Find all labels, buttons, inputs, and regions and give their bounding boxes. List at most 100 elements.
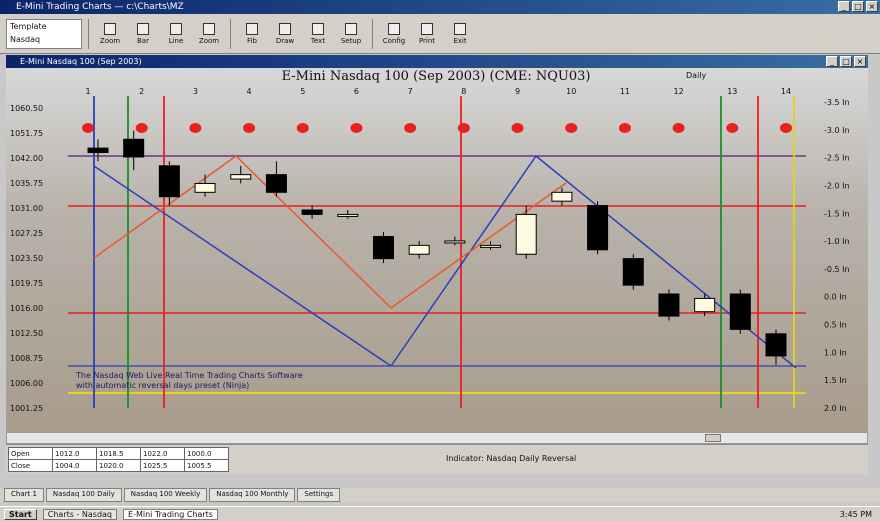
toolbar-separator: [88, 18, 89, 49]
y-tick-label-right: 1.5 In: [824, 376, 847, 385]
candle-down: [622, 258, 644, 286]
draw-button[interactable]: Draw: [270, 17, 300, 51]
chart-subtitle: Daily: [686, 71, 707, 80]
setup-icon: [345, 22, 357, 35]
cycle-marker-dot: [457, 123, 470, 133]
tab-settings[interactable]: Settings: [297, 488, 341, 502]
trend-line: [235, 155, 392, 309]
cycle-marker-label: 1: [85, 87, 90, 96]
start-button[interactable]: Start: [4, 508, 37, 520]
chart-horizontal-scrollbar[interactable]: [6, 432, 868, 444]
y-tick-label-left: 1023.50: [10, 254, 43, 263]
print-button[interactable]: Print: [412, 17, 442, 51]
cycle-marker-dot: [726, 123, 739, 133]
cycle-marker-label: 13: [727, 87, 737, 96]
y-tick-label-right: -0.5 In: [824, 265, 850, 274]
chart-window-titlebar: E-Mini Nasdaq 100 (Sep 2003) _ □ ×: [6, 55, 868, 68]
bar-button[interactable]: Bar: [128, 17, 158, 51]
status-tabs: Chart 1 Nasdaq 100 Daily Nasdaq 100 Week…: [0, 488, 880, 502]
candle-down: [372, 236, 394, 260]
maximize-button[interactable]: □: [852, 1, 864, 12]
minimize-button[interactable]: _: [838, 1, 850, 12]
cycle-marker-label: 6: [354, 87, 359, 96]
y-tick-label-right: -3.0 In: [824, 126, 850, 135]
y-tick-label-left: 1042.00: [10, 154, 43, 163]
cycle-marker-label: 5: [300, 87, 305, 96]
table-row: Close 1004.0 1020.0 1025.5 1005.5: [8, 459, 229, 472]
chart-close-button[interactable]: ×: [854, 56, 866, 67]
exit-button[interactable]: Exit: [445, 17, 475, 51]
text-button[interactable]: Text: [303, 17, 333, 51]
table-cell: 1018.5: [96, 447, 141, 460]
candle-down: [123, 138, 145, 158]
y-tick-label-right: -1.5 In: [824, 209, 850, 218]
tab-weekly[interactable]: Nasdaq 100 Weekly: [123, 488, 208, 502]
candle-up: [694, 297, 716, 313]
candle-up: [194, 182, 216, 193]
table-cell: 1012.0: [52, 447, 97, 460]
table-cell: Open: [8, 447, 53, 460]
cycle-marker-dot: [404, 123, 417, 133]
cycle-marker-label: 7: [408, 87, 413, 96]
tab-chart-1[interactable]: Chart 1: [4, 488, 44, 502]
setup-button[interactable]: Setup: [336, 17, 366, 51]
y-tick-label-left: 1001.25: [10, 404, 43, 413]
template-combo-value: Nasdaq: [10, 34, 41, 44]
tab-daily[interactable]: Nasdaq 100 Daily: [45, 488, 122, 502]
cycle-marker-label: 9: [515, 87, 520, 96]
y-tick-label-left: 1035.75: [10, 179, 43, 188]
line-icon: [170, 22, 182, 35]
tab-monthly[interactable]: Nasdaq 100 Monthly: [209, 488, 296, 502]
y-tick-label-right: -3.5 In: [824, 98, 850, 107]
line-button[interactable]: Line: [161, 17, 191, 51]
candle-up: [515, 213, 537, 255]
zoom-in-button[interactable]: Zoom: [95, 17, 125, 51]
cycle-marker-dot: [672, 123, 685, 133]
cycle-marker-dot: [189, 123, 202, 133]
chart-annotation-2: with automatic reversal days preset (Nin…: [76, 381, 249, 390]
cycle-marker-label: 11: [620, 87, 630, 96]
y-tick-label-left: 1031.00: [10, 204, 43, 213]
indicator-note: Indicator: Nasdaq Daily Reversal: [446, 454, 577, 463]
chart-maximize-button[interactable]: □: [840, 56, 852, 67]
y-tick-label-right: -2.0 In: [824, 181, 850, 190]
close-button[interactable]: ×: [866, 1, 878, 12]
cycle-marker-label: 10: [566, 87, 576, 96]
trend-line: [535, 155, 797, 369]
candle-down: [301, 209, 323, 215]
y-tick-label-right: 1.0 In: [824, 348, 847, 357]
zoom-out-icon: [203, 22, 215, 35]
price-chart[interactable]: E-Mini Nasdaq 100 (Sep 2003) (CME: NQU03…: [6, 68, 868, 432]
app-title: E-Mini Trading Charts — c:\Charts\MZ: [16, 2, 184, 12]
app-titlebar: E-Mini Trading Charts — c:\Charts\MZ _ □…: [0, 0, 880, 14]
fib-button[interactable]: Fib: [237, 17, 267, 51]
y-tick-label-left: 1027.25: [10, 229, 43, 238]
y-tick-label-left: 1060.50: [10, 104, 43, 113]
chart-minimize-button[interactable]: _: [826, 56, 838, 67]
cycle-marker-dot: [618, 123, 631, 133]
y-tick-label-right: -1.0 In: [824, 237, 850, 246]
chart-window-title: E-Mini Nasdaq 100 (Sep 2003): [20, 57, 142, 66]
cycle-marker-label: 12: [674, 87, 684, 96]
printer-icon: [421, 22, 433, 35]
bar-icon: [137, 22, 149, 35]
zoom-out-button[interactable]: Zoom: [194, 17, 224, 51]
zoom-in-icon: [104, 22, 116, 35]
chart-annotation-1: The Nasdaq Web Live Real Time Trading Ch…: [75, 371, 303, 380]
taskbar-item-active[interactable]: E-Mini Trading Charts: [123, 508, 218, 520]
scrollbar-thumb[interactable]: [705, 434, 721, 442]
candle-up: [444, 240, 466, 244]
candle-down: [658, 293, 680, 317]
chart-area[interactable]: E-Mini Nasdaq 100 (Sep 2003) (CME: NQU03…: [6, 68, 868, 432]
candle-down: [158, 165, 180, 198]
table-cell: 1020.0: [96, 459, 141, 472]
config-button[interactable]: Config: [379, 17, 409, 51]
template-combo[interactable]: Template Nasdaq: [6, 18, 82, 49]
cycle-marker-dot: [565, 123, 578, 133]
taskbar: Start Charts - Nasdaq E-Mini Trading Cha…: [0, 506, 880, 521]
cycle-marker-label: 4: [247, 87, 252, 96]
taskbar-item[interactable]: Charts - Nasdaq: [42, 508, 118, 520]
table-row: Open 1012.0 1018.5 1022.0 1000.0: [8, 447, 229, 460]
toolbar-separator: [230, 18, 231, 49]
candle-up: [480, 244, 502, 248]
